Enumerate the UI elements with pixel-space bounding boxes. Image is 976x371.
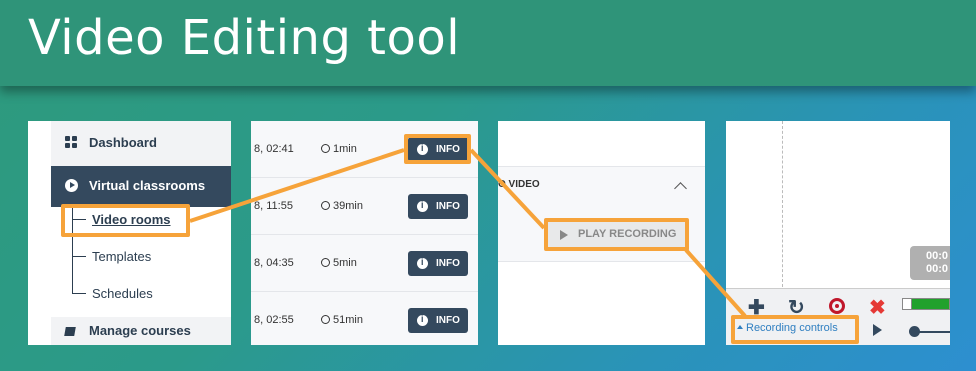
- sidebar-subitem-video-rooms[interactable]: Video rooms: [92, 212, 171, 227]
- info-icon: [417, 257, 428, 269]
- info-button[interactable]: INFO: [408, 308, 468, 333]
- sidebar-subitem-schedules[interactable]: Schedules: [92, 286, 153, 301]
- refresh-icon[interactable]: ↻: [788, 295, 805, 320]
- recordings-list-panel: 8, 02:41 1min INFO 8, 11:55 39min INFO 8…: [251, 121, 478, 345]
- record-icon[interactable]: [829, 298, 845, 314]
- sidebar-panel: Dashboard Virtual classrooms Video rooms…: [28, 121, 231, 345]
- audio-level-meter: [902, 298, 950, 310]
- table-row: 8, 02:41 1min INFO: [251, 121, 478, 178]
- video-label: O VIDEO: [498, 179, 540, 190]
- page-title: Video Editing tool: [28, 10, 461, 66]
- sidebar-item-virtual-classrooms[interactable]: Virtual classrooms: [51, 166, 231, 207]
- sidebar-item-dashboard[interactable]: Dashboard: [51, 121, 231, 166]
- play-circle-icon: [65, 179, 78, 192]
- table-row: 8, 11:55 39min INFO: [251, 178, 478, 235]
- row-duration: 39min: [321, 200, 363, 212]
- clock-icon: [321, 144, 330, 153]
- clock-icon: [321, 201, 330, 210]
- play-icon: [560, 230, 568, 240]
- dashboard-grid-icon: [65, 136, 77, 148]
- row-duration: 5min: [321, 257, 357, 269]
- tree-line: [72, 207, 73, 294]
- info-icon: [417, 200, 428, 212]
- info-button[interactable]: INFO: [408, 137, 468, 162]
- recording-controls-toggle[interactable]: Recording controls: [737, 322, 838, 334]
- info-icon: [417, 143, 428, 155]
- add-icon[interactable]: ✚: [748, 295, 765, 320]
- sidebar-item-label: Dashboard: [89, 135, 157, 150]
- timeline-marker: [782, 121, 783, 287]
- sidebar-item-label: Manage courses: [89, 323, 191, 338]
- sidebar-item-manage-courses[interactable]: Manage courses: [51, 317, 231, 345]
- clock-icon: [321, 258, 330, 267]
- row-date: 8, 02:55: [254, 314, 294, 326]
- tree-branch: [72, 293, 86, 294]
- row-duration: 51min: [321, 314, 363, 326]
- info-button[interactable]: INFO: [408, 251, 468, 276]
- sidebar-item-label: Virtual classrooms: [89, 178, 206, 193]
- close-icon[interactable]: ✖: [869, 295, 886, 320]
- table-row: 8, 02:55 51min INFO: [251, 292, 478, 345]
- recording-toolbar: ✚ ↻ ✖ Recording controls: [726, 288, 950, 345]
- info-icon: [417, 314, 428, 326]
- book-icon: [64, 327, 76, 336]
- row-date: 8, 02:41: [254, 143, 294, 155]
- chevron-up-icon[interactable]: [674, 182, 687, 195]
- row-duration: 1min: [321, 143, 357, 155]
- volume-slider-knob[interactable]: [909, 326, 920, 337]
- recording-detail-panel: O VIDEO PLAY RECORDING: [498, 121, 705, 345]
- header-banner: Video Editing tool: [0, 0, 976, 86]
- table-row: 8, 04:35 5min INFO: [251, 235, 478, 292]
- time-display: 00:0 00:0: [910, 246, 950, 280]
- play-recording-button[interactable]: PLAY RECORDING: [548, 222, 685, 247]
- clock-icon: [321, 315, 330, 324]
- tree-branch: [72, 219, 86, 220]
- row-date: 8, 11:55: [254, 200, 293, 212]
- play-icon[interactable]: [873, 324, 882, 336]
- detail-header: [498, 121, 705, 167]
- info-button[interactable]: INFO: [408, 194, 468, 219]
- tree-branch: [72, 256, 86, 257]
- editor-panel: 00:0 00:0 ✚ ↻ ✖ Recording controls: [726, 121, 950, 345]
- row-date: 8, 04:35: [254, 257, 294, 269]
- sidebar-subitem-templates[interactable]: Templates: [92, 249, 151, 264]
